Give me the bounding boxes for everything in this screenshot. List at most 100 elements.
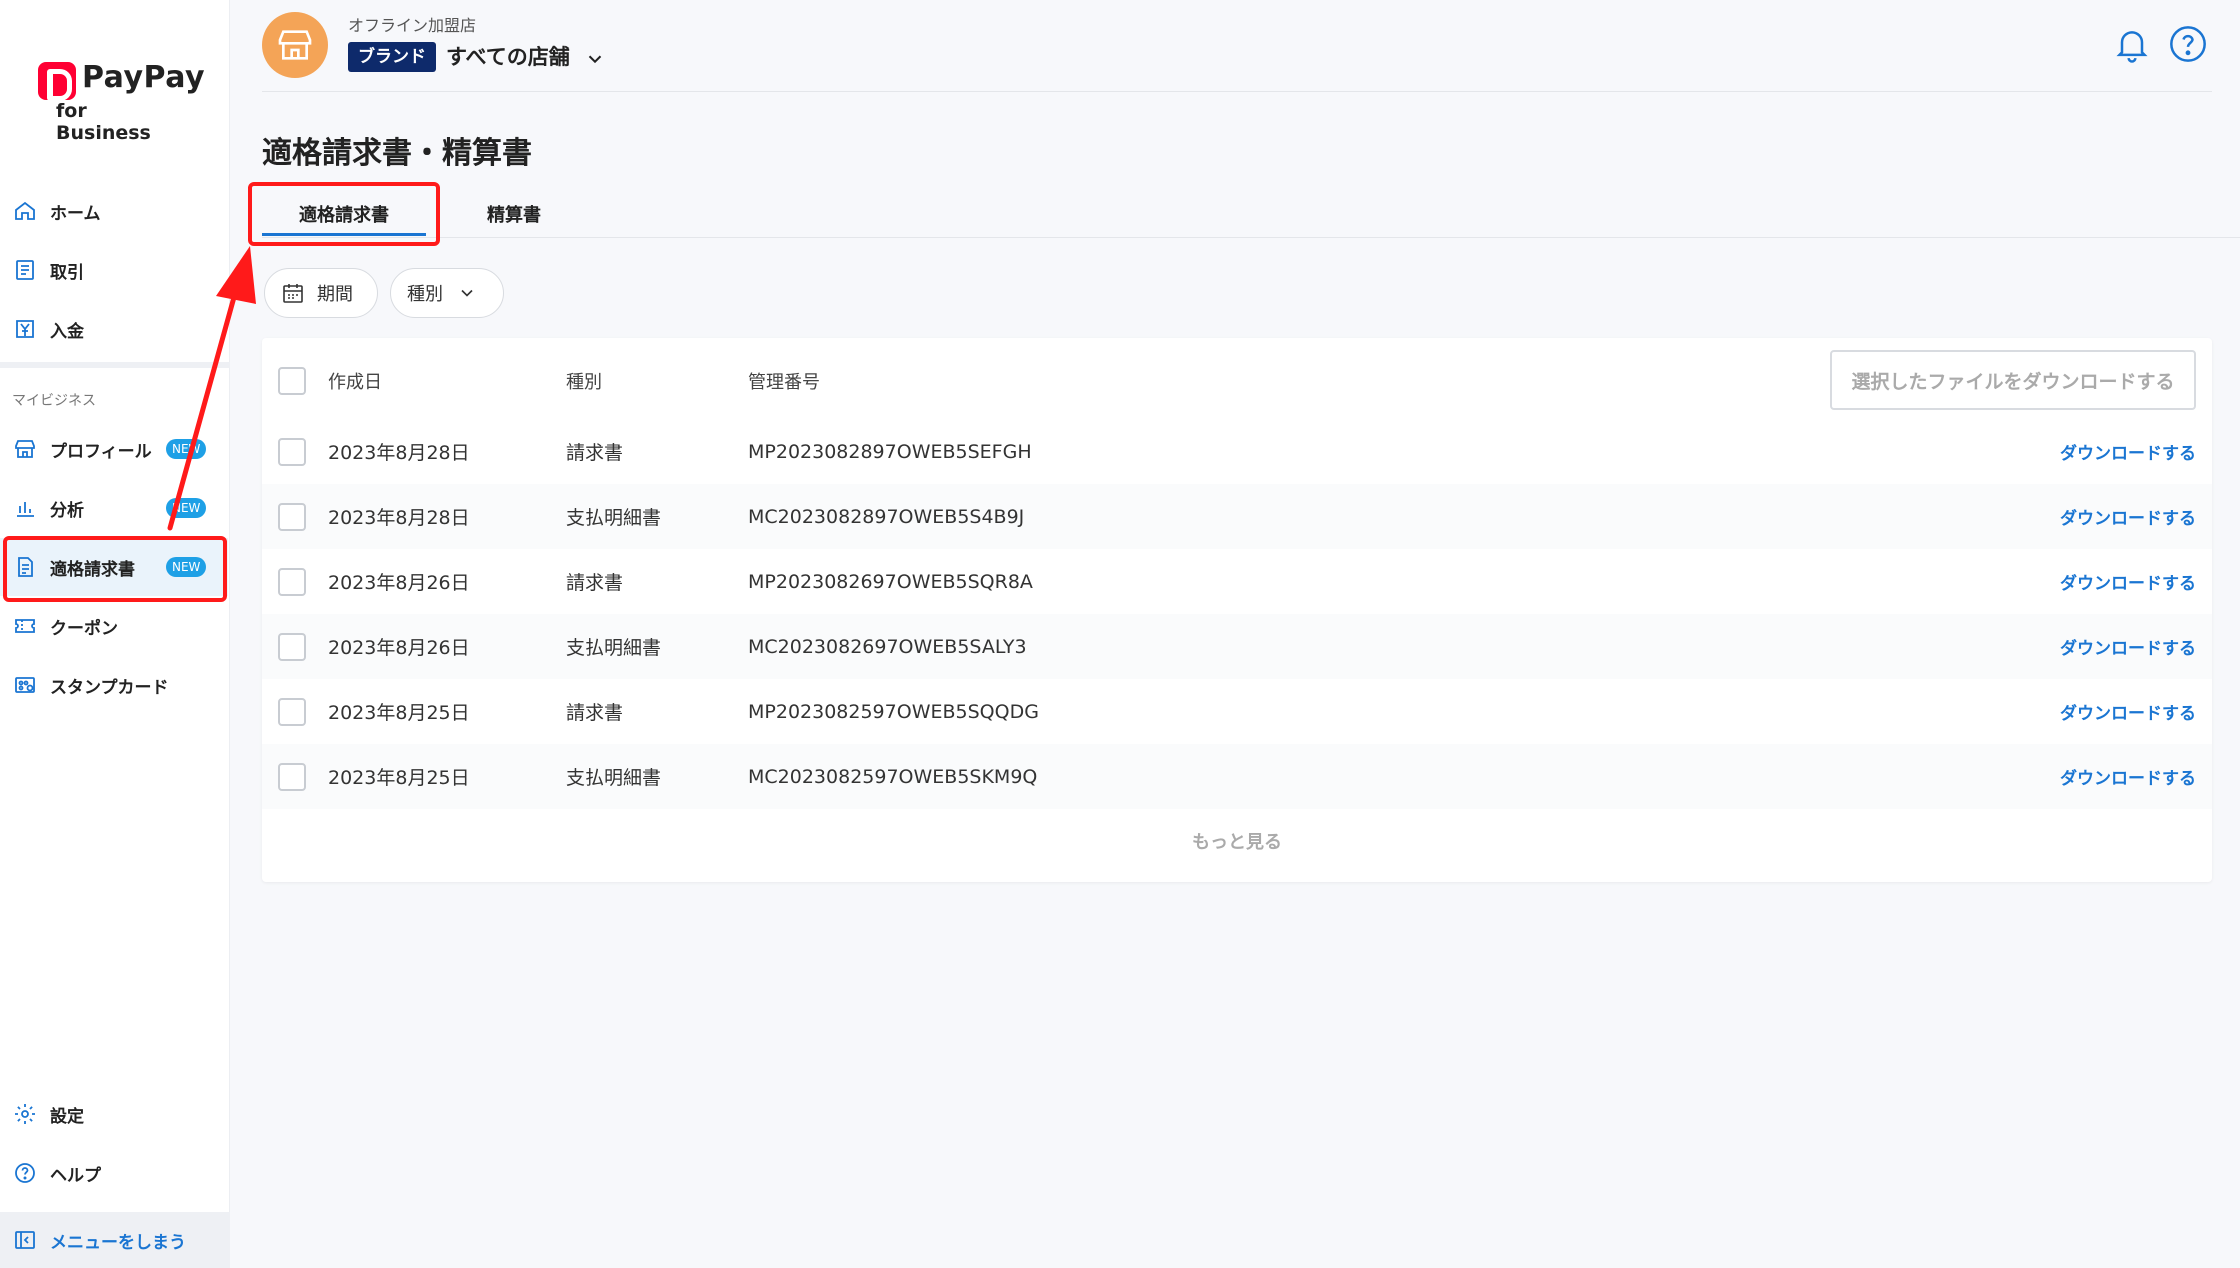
download-selected-button[interactable]: 選択したファイルをダウンロードする bbox=[1830, 350, 2196, 410]
table-row: 2023年8月25日 支払明細書 MC2023082597OWEB5SKM9Q … bbox=[262, 744, 2212, 809]
new-badge: NEW bbox=[166, 498, 207, 518]
type-filter-label: 種別 bbox=[407, 284, 443, 305]
column-header-id: 管理番号 bbox=[748, 372, 820, 393]
row-id: MC2023082597OWEB5SKM9Q bbox=[748, 765, 1038, 788]
table-row: 2023年8月28日 支払明細書 MC2023082897OWEB5S4B9J … bbox=[262, 484, 2212, 549]
gear-icon bbox=[12, 1101, 38, 1127]
row-date: 2023年8月28日 bbox=[328, 442, 470, 464]
sidebar-item-help[interactable]: ヘルプ bbox=[0, 1144, 228, 1202]
download-link[interactable]: ダウンロードする bbox=[2060, 699, 2196, 724]
header: オフライン加盟店 ブランド すべての店舗 bbox=[262, 0, 2212, 92]
chevron-down-icon bbox=[461, 289, 473, 297]
period-filter[interactable]: 期間 bbox=[264, 268, 378, 318]
sidebar-item-label: プロフィール bbox=[50, 441, 152, 462]
download-link[interactable]: ダウンロードする bbox=[2060, 634, 2196, 659]
row-date: 2023年8月25日 bbox=[328, 767, 470, 789]
download-link[interactable]: ダウンロードする bbox=[2060, 764, 2196, 789]
row-type: 請求書 bbox=[566, 572, 624, 594]
select-all-checkbox[interactable] bbox=[278, 367, 306, 395]
deposit-icon bbox=[12, 316, 38, 342]
chevron-down-icon[interactable] bbox=[584, 48, 606, 70]
table-row: 2023年8月26日 請求書 MP2023082697OWEB5SQR8A ダウ… bbox=[262, 549, 2212, 614]
sidebar-item-label: 入金 bbox=[50, 321, 84, 342]
bell-icon[interactable] bbox=[2112, 24, 2152, 64]
row-date: 2023年8月26日 bbox=[328, 572, 470, 594]
sidebar-item-transactions[interactable]: 取引 bbox=[0, 241, 228, 299]
row-type: 請求書 bbox=[566, 702, 624, 724]
calendar-icon bbox=[283, 284, 303, 303]
collapse-icon bbox=[12, 1227, 38, 1253]
help-icon bbox=[12, 1160, 38, 1186]
sidebar: PayPay for Business ホーム 取引 入金 マイビジネス プロフ… bbox=[0, 0, 230, 1268]
receipt-icon bbox=[12, 257, 38, 283]
download-link[interactable]: ダウンロードする bbox=[2060, 504, 2196, 529]
row-type: 支払明細書 bbox=[566, 507, 662, 529]
logo-sub: for Business bbox=[56, 100, 151, 144]
table-row: 2023年8月28日 請求書 MP2023082897OWEB5SEFGH ダウ… bbox=[262, 419, 2212, 484]
collapse-label: メニューをしまう bbox=[50, 1232, 186, 1253]
type-filter[interactable]: 種別 bbox=[390, 268, 504, 318]
shop-icon bbox=[278, 30, 312, 60]
download-link[interactable]: ダウンロードする bbox=[2060, 569, 2196, 594]
stamp-card-icon bbox=[12, 672, 38, 698]
home-icon bbox=[12, 198, 38, 224]
show-more-button[interactable]: もっと見る bbox=[262, 828, 2212, 854]
row-checkbox[interactable] bbox=[278, 632, 306, 661]
row-checkbox[interactable] bbox=[278, 502, 306, 531]
sidebar-section-label: マイビジネス bbox=[12, 393, 96, 409]
tab-bar: 適格請求書 精算書 bbox=[262, 190, 2240, 238]
period-filter-label: 期間 bbox=[317, 284, 353, 305]
store-icon bbox=[12, 436, 38, 462]
download-link[interactable]: ダウンロードする bbox=[2060, 439, 2196, 464]
row-id: MP2023082897OWEB5SEFGH bbox=[748, 440, 1032, 463]
row-date: 2023年8月26日 bbox=[328, 637, 470, 659]
sidebar-item-label: 分析 bbox=[50, 500, 84, 521]
row-date: 2023年8月25日 bbox=[328, 702, 470, 724]
table-row: 2023年8月25日 請求書 MP2023082597OWEB5SQQDG ダウ… bbox=[262, 679, 2212, 744]
sidebar-item-profile[interactable]: プロフィール NEW bbox=[0, 420, 228, 478]
sidebar-item-deposit[interactable]: 入金 bbox=[0, 300, 228, 358]
annotation-highlight-sidebar bbox=[3, 536, 227, 602]
invoice-table-card: 作成日 種別 管理番号 選択したファイルをダウンロードする 2023年8月28日… bbox=[262, 338, 2212, 882]
row-type: 請求書 bbox=[566, 442, 624, 464]
column-header-date: 作成日 bbox=[328, 372, 382, 393]
chart-icon bbox=[12, 495, 38, 521]
tab-settlement[interactable]: 精算書 bbox=[454, 190, 574, 238]
help-icon[interactable] bbox=[2168, 24, 2208, 64]
sidebar-item-label: ヘルプ bbox=[50, 1165, 101, 1186]
row-checkbox[interactable] bbox=[278, 762, 306, 791]
paypay-mark-icon bbox=[38, 62, 76, 101]
coupon-icon bbox=[12, 613, 38, 639]
sidebar-item-stamp-card[interactable]: スタンプカード bbox=[0, 656, 228, 714]
row-checkbox[interactable] bbox=[278, 697, 306, 726]
row-checkbox[interactable] bbox=[278, 437, 306, 466]
table-row: 2023年8月26日 支払明細書 MC2023082697OWEB5SALY3 … bbox=[262, 614, 2212, 679]
paypay-logo[interactable]: PayPay for Business bbox=[36, 58, 205, 144]
sidebar-item-label: スタンプカード bbox=[50, 677, 169, 698]
collapse-menu-button[interactable]: メニューをしまう bbox=[0, 1212, 230, 1268]
annotation-highlight-tab bbox=[248, 182, 440, 246]
store-selector[interactable]: すべての店舗 bbox=[446, 42, 570, 72]
sidebar-item-settings[interactable]: 設定 bbox=[0, 1085, 228, 1143]
row-date: 2023年8月28日 bbox=[328, 507, 470, 529]
row-id: MC2023082897OWEB5S4B9J bbox=[748, 505, 1025, 528]
sidebar-item-label: 設定 bbox=[50, 1106, 84, 1127]
row-id: MP2023082597OWEB5SQQDG bbox=[748, 700, 1039, 723]
shop-type: オフライン加盟店 bbox=[348, 16, 477, 35]
sidebar-item-home[interactable]: ホーム bbox=[0, 182, 228, 240]
shop-avatar[interactable] bbox=[262, 12, 328, 78]
row-checkbox[interactable] bbox=[278, 567, 306, 596]
column-header-type: 種別 bbox=[566, 372, 602, 393]
new-badge: NEW bbox=[166, 439, 207, 459]
row-type: 支払明細書 bbox=[566, 767, 662, 789]
row-id: MC2023082697OWEB5SALY3 bbox=[748, 635, 1027, 658]
logo-word: PayPay bbox=[82, 60, 206, 95]
sidebar-item-analytics[interactable]: 分析 NEW bbox=[0, 479, 228, 537]
sidebar-item-label: ホーム bbox=[50, 203, 101, 224]
row-id: MP2023082697OWEB5SQR8A bbox=[748, 570, 1033, 593]
sidebar-item-coupon[interactable]: クーポン bbox=[0, 597, 228, 655]
sidebar-item-label: クーポン bbox=[50, 618, 118, 639]
brand-tag: ブランド bbox=[348, 42, 436, 72]
row-type: 支払明細書 bbox=[566, 637, 662, 659]
sidebar-item-label: 取引 bbox=[50, 262, 84, 283]
